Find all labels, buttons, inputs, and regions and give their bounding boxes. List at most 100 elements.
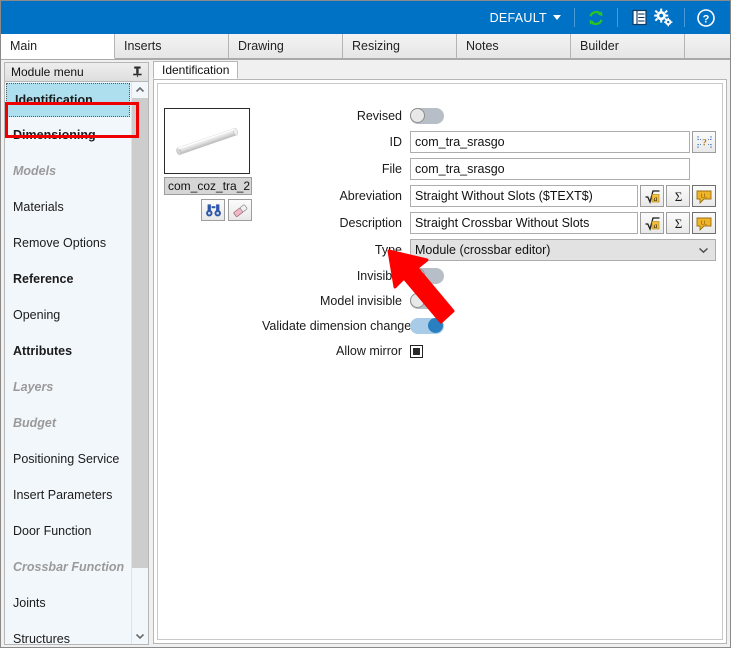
profile-selector[interactable]: DEFAULT <box>486 9 565 27</box>
sidebar-item-label: Materials <box>13 199 64 214</box>
tab-inserts[interactable]: Inserts <box>115 34 229 59</box>
sidebar-item-label: Remove Options <box>13 235 107 250</box>
tab-identification[interactable]: Identification <box>153 61 239 79</box>
help-question-icon[interactable]: ? <box>694 6 718 30</box>
sidebar-item-models[interactable]: Models <box>5 153 131 189</box>
clear-eraser-button[interactable] <box>228 199 252 221</box>
sidebar-item-label: Attributes <box>13 343 73 358</box>
field-row-abreviation: Abreviation a <box>262 185 716 207</box>
main-body: Module menu Identification Dimensioning … <box>1 60 730 647</box>
sidebar-item-label: Models <box>13 163 57 178</box>
scrollbar-thumb[interactable] <box>132 97 148 568</box>
tab-label: Drawing <box>238 39 284 53</box>
type-label: Type <box>374 243 402 257</box>
content-tab-bar: Identification <box>153 61 727 80</box>
tab-notes[interactable]: Notes <box>457 34 571 59</box>
scroll-up-button[interactable] <box>132 81 148 98</box>
id-variable-picker-button[interactable]: ? <box>692 131 716 153</box>
tab-drawing[interactable]: Drawing <box>229 34 343 59</box>
tab-label: Resizing <box>352 39 400 53</box>
revised-toggle[interactable] <box>410 108 444 124</box>
module-file-name: com_coz_tra_2 <box>164 177 252 195</box>
tab-resizing[interactable]: Resizing <box>343 34 457 59</box>
settings-gears-icon[interactable] <box>651 6 675 30</box>
description-sum-button[interactable]: Σ <box>666 212 690 234</box>
tab-label: Builder <box>580 39 619 53</box>
profile-label: DEFAULT <box>489 10 547 25</box>
tab-builder[interactable]: Builder <box>571 34 685 59</box>
pin-icon[interactable] <box>131 65 144 78</box>
sidebar-item-reference[interactable]: Reference <box>5 261 131 297</box>
sidebar-item-label: Positioning Service <box>13 451 120 466</box>
invisible-toggle[interactable] <box>410 268 444 284</box>
abreviation-comment-button[interactable]: LL <box>692 185 716 207</box>
description-comment-button[interactable]: LL <box>692 212 716 234</box>
sidebar-item-label: Dimensioning <box>13 127 96 142</box>
application-window: DEFAULT ? Main Inserts Drawing Resizing … <box>0 0 731 648</box>
sidebar-item-insert-parameters[interactable]: Insert Parameters <box>5 477 131 513</box>
sidebar-item-opening[interactable]: Opening <box>5 297 131 333</box>
scroll-down-button[interactable] <box>132 628 148 644</box>
id-input[interactable] <box>410 131 690 153</box>
toolbar-separator <box>574 8 575 27</box>
description-label: Description <box>339 216 402 230</box>
description-formula-button[interactable]: a <box>640 212 664 234</box>
identification-panel: com_coz_tra_2 Revised ID com_tra_srasgo … <box>153 80 727 644</box>
sidebar-header: Module menu <box>4 62 149 81</box>
toggle-knob <box>410 108 425 123</box>
list-table-icon[interactable] <box>627 6 651 30</box>
sync-refresh-icon[interactable] <box>584 6 608 30</box>
field-row-revised: Revised <box>262 106 716 126</box>
sidebar-item-label: Structures <box>13 631 70 644</box>
sidebar-item-label: Identification <box>15 92 93 107</box>
sidebar-item-budget[interactable]: Budget <box>5 405 131 441</box>
svg-text:LL: LL <box>701 220 707 226</box>
sidebar-item-dimensioning[interactable]: Dimensioning <box>5 117 131 153</box>
field-row-file: File <box>262 158 716 180</box>
sidebar-item-label: Layers <box>13 379 54 394</box>
sidebar-item-layers[interactable]: Layers <box>5 369 131 405</box>
sidebar-item-materials[interactable]: Materials <box>5 189 131 225</box>
field-row-validate-dimension: Validate dimension changed <box>262 316 716 336</box>
validate-dimension-toggle[interactable] <box>410 318 444 334</box>
sidebar-item-list[interactable]: Identification Dimensioning Models Mater… <box>5 82 131 644</box>
scrollbar-track[interactable] <box>132 97 148 628</box>
sidebar-item-identification[interactable]: Identification <box>6 82 130 117</box>
sidebar-item-joints[interactable]: Joints <box>5 585 131 621</box>
sidebar-item-positioning-service[interactable]: Positioning Service <box>5 441 131 477</box>
sidebar-item-label: Joints <box>13 595 46 610</box>
abreviation-formula-button[interactable]: a <box>640 185 664 207</box>
svg-text:?: ? <box>702 139 707 149</box>
sidebar-item-label: Door Function <box>13 523 92 538</box>
abreviation-sum-button[interactable]: Σ <box>666 185 690 207</box>
abreviation-label: Abreviation <box>339 189 402 203</box>
file-label: File <box>381 162 402 176</box>
sidebar-item-structures[interactable]: Structures <box>5 621 131 644</box>
allow-mirror-checkbox[interactable] <box>410 344 423 358</box>
browse-binoculars-button[interactable] <box>201 199 225 221</box>
sidebar-item-label: Budget <box>13 415 57 430</box>
field-row-type: Type Module (crossbar editor) <box>262 239 716 261</box>
file-input[interactable] <box>410 158 690 180</box>
type-combobox[interactable]: Module (crossbar editor) <box>410 239 716 261</box>
model-invisible-toggle[interactable] <box>410 293 444 309</box>
chevron-down-icon <box>553 15 561 20</box>
model-invisible-label: Model invisible <box>320 294 402 308</box>
sidebar-item-attributes[interactable]: Attributes <box>5 333 131 369</box>
sidebar-item-crossbar-function[interactable]: Crossbar Function <box>5 549 131 585</box>
description-input[interactable] <box>410 212 638 234</box>
toggle-knob <box>410 293 425 308</box>
sidebar-item-remove-options[interactable]: Remove Options <box>5 225 131 261</box>
thumbnail-buttons <box>164 199 252 221</box>
tab-main[interactable]: Main <box>1 34 115 59</box>
tab-label: Identification <box>162 63 230 77</box>
main-tab-bar: Main Inserts Drawing Resizing Notes Buil… <box>1 34 730 60</box>
tab-label: Notes <box>466 39 499 53</box>
field-row-allow-mirror: Allow mirror <box>262 341 716 361</box>
field-row-id: ID ? <box>262 131 716 153</box>
sidebar-item-door-function[interactable]: Door Function <box>5 513 131 549</box>
abreviation-input[interactable] <box>410 185 638 207</box>
sidebar-scrollbar[interactable] <box>131 81 148 644</box>
identification-panel-inner: com_coz_tra_2 Revised ID com_tra_srasgo … <box>157 83 723 640</box>
module-preview-image[interactable] <box>164 108 250 174</box>
